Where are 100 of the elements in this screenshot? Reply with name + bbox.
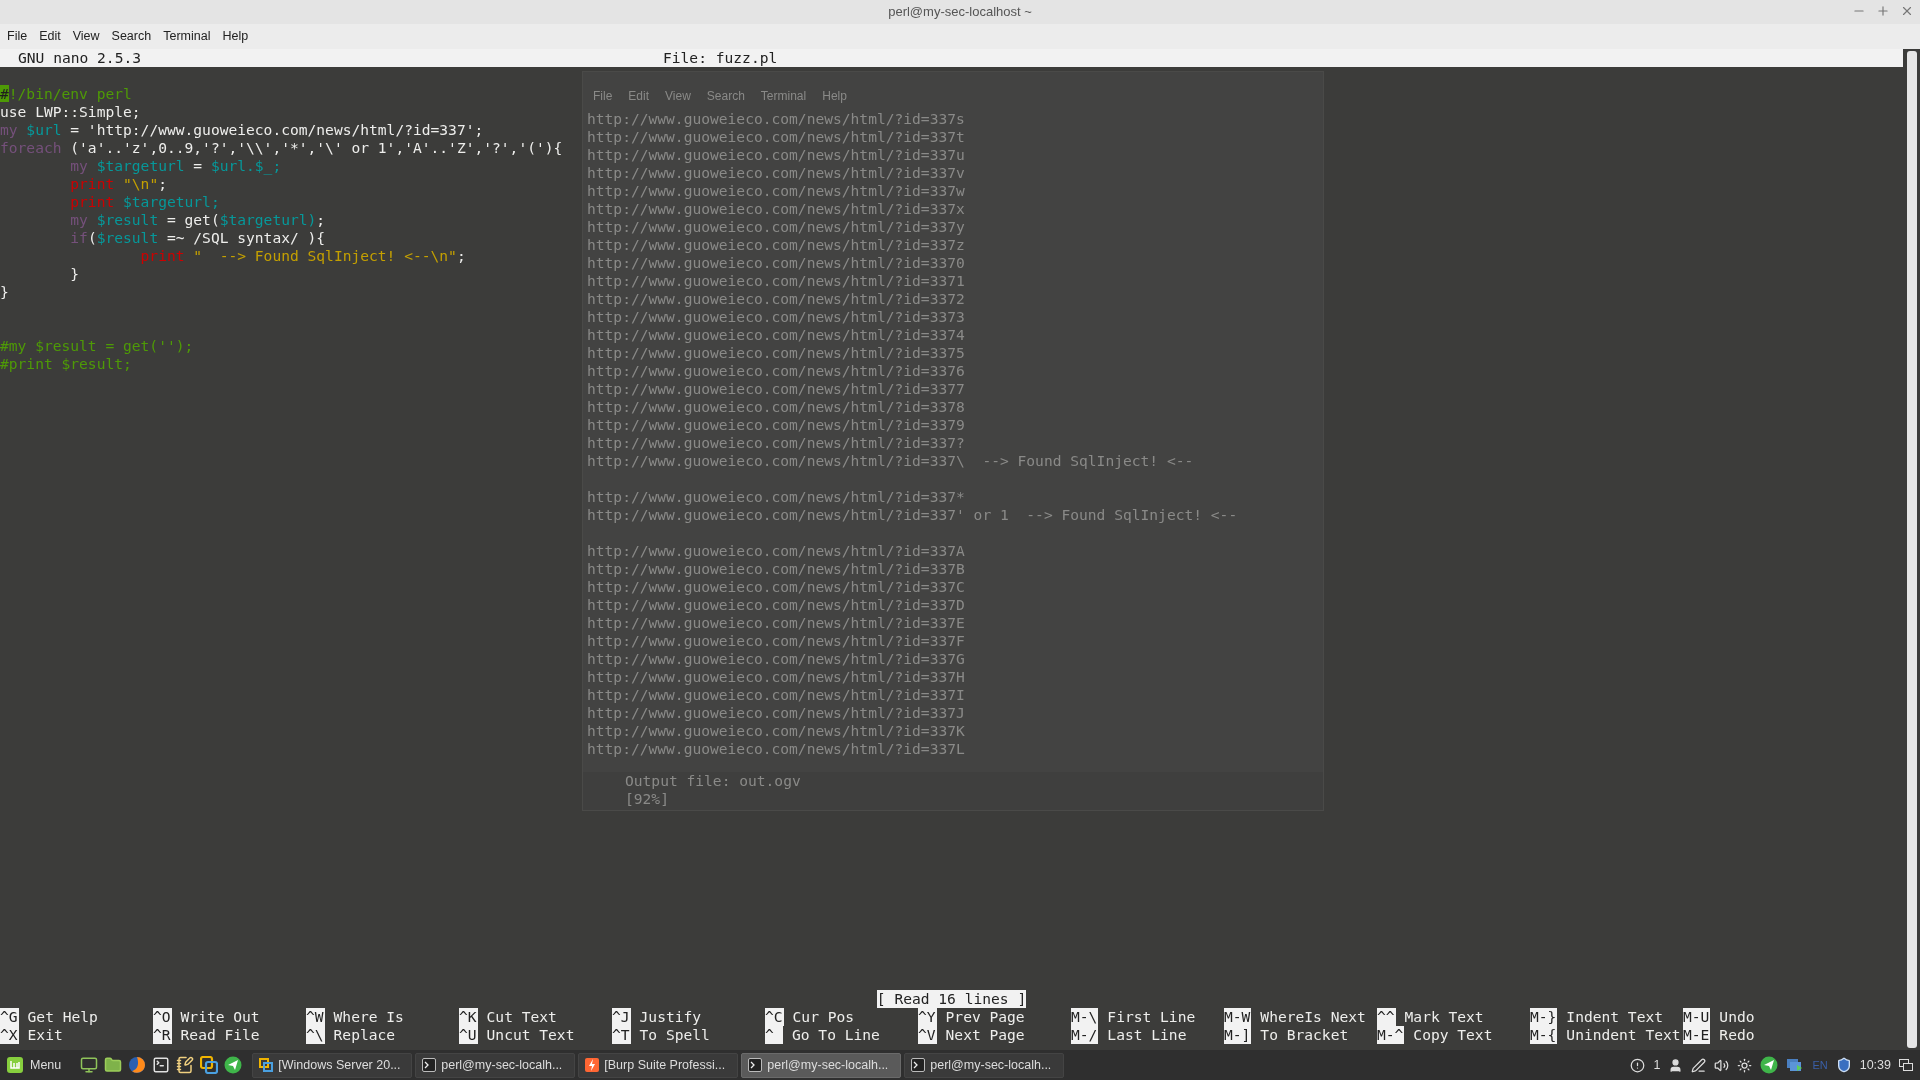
- menu-item[interactable]: File: [7, 27, 28, 46]
- output-line: http://www.guoweieco.com/news/html/?id=3379: [587, 416, 965, 434]
- volume-icon[interactable]: [1714, 1057, 1730, 1073]
- code-token: = get(: [165, 211, 220, 229]
- code-token: " --> Found SqlInject! <--\n": [192, 247, 457, 265]
- shortcut-key: M-/: [1071, 1026, 1099, 1044]
- shortcut-label: WhereIs Next: [1260, 1008, 1366, 1026]
- menu-item[interactable]: Help: [222, 27, 249, 46]
- shortcut-key: ^Y: [918, 1008, 937, 1026]
- shortcut-label: Go To Line: [792, 1026, 880, 1044]
- shortcut-key: ^^: [1377, 1008, 1396, 1026]
- shortcut-label: Where Is: [333, 1008, 404, 1026]
- alert-icon[interactable]: [1630, 1057, 1646, 1073]
- squares-icon: [259, 1058, 274, 1072]
- taskbar-window-button[interactable]: perl@my-sec-localh...: [741, 1052, 902, 1078]
- code-token: ;: [456, 247, 466, 265]
- code-token: }: [0, 283, 9, 301]
- paper-plane-icon[interactable]: [1760, 1056, 1779, 1074]
- menu-item[interactable]: Edit: [39, 27, 61, 46]
- taskbar-window-button[interactable]: perl@my-sec-localh...: [904, 1052, 1065, 1078]
- output-line: http://www.guoweieco.com/news/html/?id=3375: [587, 344, 965, 362]
- code-token: $url: [25, 121, 62, 139]
- output-line: http://www.guoweieco.com/news/html/?id=337G: [587, 650, 965, 668]
- code-token: #my $result = get('');: [0, 337, 194, 355]
- shortcut-key: ^J: [612, 1008, 631, 1026]
- shortcut-label: First Line: [1107, 1008, 1196, 1026]
- taskbar-window-button[interactable]: [Windows Server 20...: [252, 1052, 413, 1078]
- status-message: [ Read 16 lines ]: [876, 990, 1027, 1008]
- monitor-icon[interactable]: [80, 1056, 99, 1074]
- code-token: my: [0, 121, 18, 139]
- code-token: print: [69, 193, 115, 211]
- pen-icon[interactable]: [1691, 1057, 1707, 1073]
- shortcut-key: M-{: [1530, 1026, 1558, 1044]
- shortcut-label: Prev Page: [945, 1008, 1025, 1026]
- menu-item[interactable]: View: [72, 27, 100, 46]
- output-line: http://www.guoweieco.com/news/html/?id=337E: [587, 614, 965, 632]
- windows-icon[interactable]: [1899, 1059, 1913, 1071]
- output-line: http://www.guoweieco.com/news/html/?id=337t: [587, 128, 965, 146]
- taskbar-window-button[interactable]: [Burp Suite Professi...: [578, 1052, 739, 1078]
- shield-icon[interactable]: [1835, 1057, 1852, 1073]
- shortcut-key: ^G: [0, 1008, 19, 1026]
- notepad-icon[interactable]: [176, 1056, 195, 1074]
- brightness-icon[interactable]: [1737, 1057, 1753, 1073]
- menu-item[interactable]: Search: [111, 27, 152, 46]
- code-token: ;: [316, 211, 326, 229]
- shortcut-label: To Spell: [639, 1026, 710, 1044]
- code-token: =~ /SQL syntax/ ){: [165, 229, 326, 247]
- output-line: http://www.guoweieco.com/news/html/?id=337y: [587, 218, 965, 236]
- output-line: http://www.guoweieco.com/news/html/?id=337' or 1 --> Found SqlInject! <--: [587, 506, 1238, 524]
- shortcut-label: Last Line: [1107, 1026, 1187, 1044]
- shortcut-label: Unindent Text: [1566, 1026, 1681, 1044]
- shortcut-key: ^R: [153, 1026, 172, 1044]
- taskbar-window-button[interactable]: perl@my-sec-localh...: [415, 1052, 576, 1078]
- output-line: http://www.guoweieco.com/news/html/?id=3377: [587, 380, 965, 398]
- menu-item[interactable]: Terminal: [163, 27, 211, 46]
- clock[interactable]: 10:39: [1859, 1055, 1891, 1075]
- paper-plane-icon[interactable]: [224, 1056, 243, 1074]
- shortcut-key: ^C: [765, 1008, 784, 1026]
- output-line: http://www.guoweieco.com/news/html/?id=337v: [587, 164, 965, 182]
- shortcut-label: Exit: [27, 1026, 63, 1044]
- output-line: http://www.guoweieco.com/news/html/?id=337?: [587, 434, 965, 452]
- output-line: http://www.guoweieco.com/news/html/?id=337F: [587, 632, 965, 650]
- code-token: $url.$_;: [210, 157, 282, 175]
- output-line: http://www.guoweieco.com/news/html/?id=3372: [587, 290, 965, 308]
- squares-icon[interactable]: [200, 1056, 219, 1074]
- code-token: #print $result;: [0, 355, 132, 373]
- code-token: #!/bin/env perl: [0, 85, 132, 103]
- code-token: foreach: [0, 139, 62, 157]
- menu-button[interactable]: Menu: [3, 1053, 65, 1077]
- shortcut-key: M-U: [1683, 1008, 1711, 1026]
- code-token: my: [69, 211, 88, 229]
- code-token: my: [69, 157, 88, 175]
- output-line: http://www.guoweieco.com/news/html/?id=337z: [587, 236, 965, 254]
- user-icon[interactable]: [1668, 1057, 1684, 1073]
- code-token: $targeturl: [95, 157, 185, 175]
- shortcut-label: Redo: [1719, 1026, 1755, 1044]
- terminal-icon[interactable]: [152, 1056, 171, 1074]
- shortcut-key: M-E: [1683, 1026, 1711, 1044]
- leaf-logo-icon: [6, 1056, 24, 1074]
- code-token: print: [69, 175, 115, 193]
- output-line: http://www.guoweieco.com/news/html/?id=337B: [587, 560, 965, 578]
- shortcut-label: Justify: [639, 1008, 702, 1026]
- shortcut-key: ^W: [306, 1008, 325, 1026]
- code-token: $targeturl): [219, 211, 317, 229]
- lightning-icon: [585, 1058, 600, 1072]
- nano-version: GNU nano 2.5.3: [18, 49, 141, 67]
- shortcut-label: Copy Text: [1413, 1026, 1493, 1044]
- shortcut-label: Replace: [333, 1026, 396, 1044]
- close-icon[interactable]: [1900, 4, 1914, 18]
- shortcut-key: M-\: [1071, 1008, 1099, 1026]
- shortcut-key: ^\: [306, 1026, 325, 1044]
- output-line: [92%]: [625, 790, 669, 808]
- shortcut-key: M-W: [1224, 1008, 1252, 1026]
- browser-icon[interactable]: [128, 1056, 147, 1074]
- shortcut-label: Cut Text: [486, 1008, 557, 1026]
- shortcut-key: ^O: [153, 1008, 172, 1026]
- shortcut-label: Get Help: [27, 1008, 98, 1026]
- shortcut-key: ^X: [0, 1026, 19, 1044]
- folder-icon[interactable]: [104, 1056, 123, 1074]
- code-token: =: [192, 157, 204, 175]
